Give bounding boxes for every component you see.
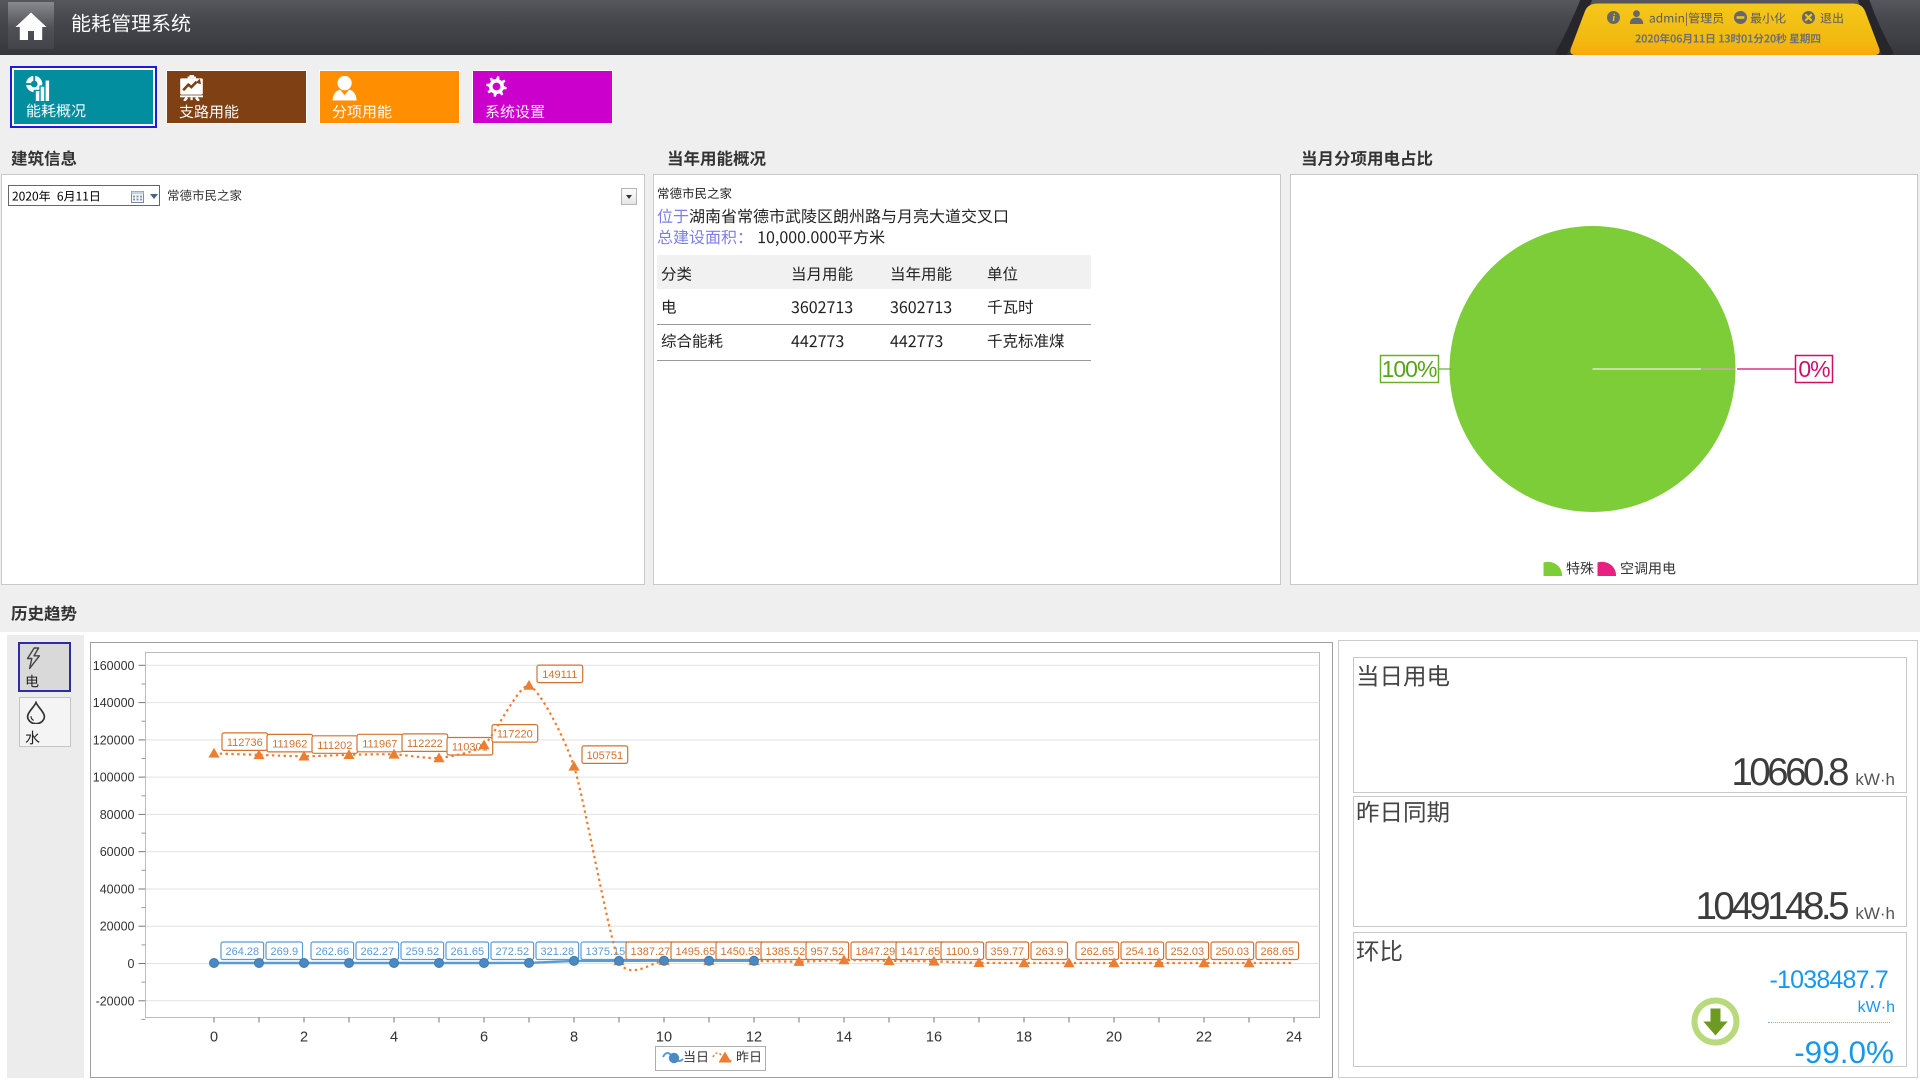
svg-text:4: 4 xyxy=(390,1030,398,1046)
svg-text:20000: 20000 xyxy=(100,920,135,934)
svg-text:140000: 140000 xyxy=(93,696,135,710)
svg-text:1100.9: 1100.9 xyxy=(946,946,979,958)
svg-text:120000: 120000 xyxy=(93,733,135,747)
svg-text:12: 12 xyxy=(746,1030,762,1046)
svg-text:i: i xyxy=(1612,13,1615,24)
svg-text:112736: 112736 xyxy=(227,737,263,749)
svg-text:269.9: 269.9 xyxy=(271,946,299,958)
svg-text:20: 20 xyxy=(1106,1030,1122,1046)
svg-text:0%: 0% xyxy=(1798,356,1830,382)
svg-text:100%: 100% xyxy=(1382,356,1437,382)
svg-text:321.28: 321.28 xyxy=(540,946,574,958)
svg-text:149111: 149111 xyxy=(542,669,577,681)
svg-text:1385.52: 1385.52 xyxy=(766,946,806,958)
svg-text:8: 8 xyxy=(570,1030,578,1046)
svg-text:112222: 112222 xyxy=(407,738,443,750)
svg-text:254.16: 254.16 xyxy=(1125,946,1159,958)
svg-text:80000: 80000 xyxy=(100,808,135,822)
svg-text:272.52: 272.52 xyxy=(495,946,529,958)
svg-text:40000: 40000 xyxy=(100,883,135,897)
svg-text:359.77: 359.77 xyxy=(990,946,1024,958)
svg-text:111202: 111202 xyxy=(317,740,352,752)
svg-text:14: 14 xyxy=(836,1030,852,1046)
svg-text:117220: 117220 xyxy=(497,729,533,741)
svg-text:160000: 160000 xyxy=(93,659,135,673)
svg-text:250.03: 250.03 xyxy=(1215,946,1249,958)
svg-text:22: 22 xyxy=(1196,1030,1212,1046)
svg-text:111962: 111962 xyxy=(272,738,307,750)
svg-text:262.66: 262.66 xyxy=(315,946,349,958)
svg-text:100000: 100000 xyxy=(93,771,135,785)
svg-text:2: 2 xyxy=(300,1030,308,1046)
svg-text:252.03: 252.03 xyxy=(1170,946,1204,958)
svg-text:105751: 105751 xyxy=(586,750,623,762)
svg-text:-20000: -20000 xyxy=(96,994,135,1008)
svg-text:24: 24 xyxy=(1286,1030,1302,1046)
svg-text:957.52: 957.52 xyxy=(810,946,844,958)
svg-text:263.9: 263.9 xyxy=(1036,946,1064,958)
svg-text:60000: 60000 xyxy=(100,845,135,859)
svg-text:6: 6 xyxy=(480,1030,488,1046)
svg-text:259.52: 259.52 xyxy=(405,946,439,958)
svg-text:0: 0 xyxy=(128,957,135,971)
svg-text:262.27: 262.27 xyxy=(360,946,394,958)
svg-text:16: 16 xyxy=(926,1030,942,1046)
svg-text:10: 10 xyxy=(656,1030,672,1046)
svg-text:268.65: 268.65 xyxy=(1260,946,1294,958)
svg-text:261.65: 261.65 xyxy=(450,946,484,958)
svg-text:264.28: 264.28 xyxy=(225,946,259,958)
svg-text:111967: 111967 xyxy=(362,738,397,750)
svg-text:0: 0 xyxy=(210,1030,218,1046)
svg-text:262.65: 262.65 xyxy=(1080,946,1114,958)
svg-text:1417.65: 1417.65 xyxy=(901,946,941,958)
svg-text:18: 18 xyxy=(1016,1030,1032,1046)
